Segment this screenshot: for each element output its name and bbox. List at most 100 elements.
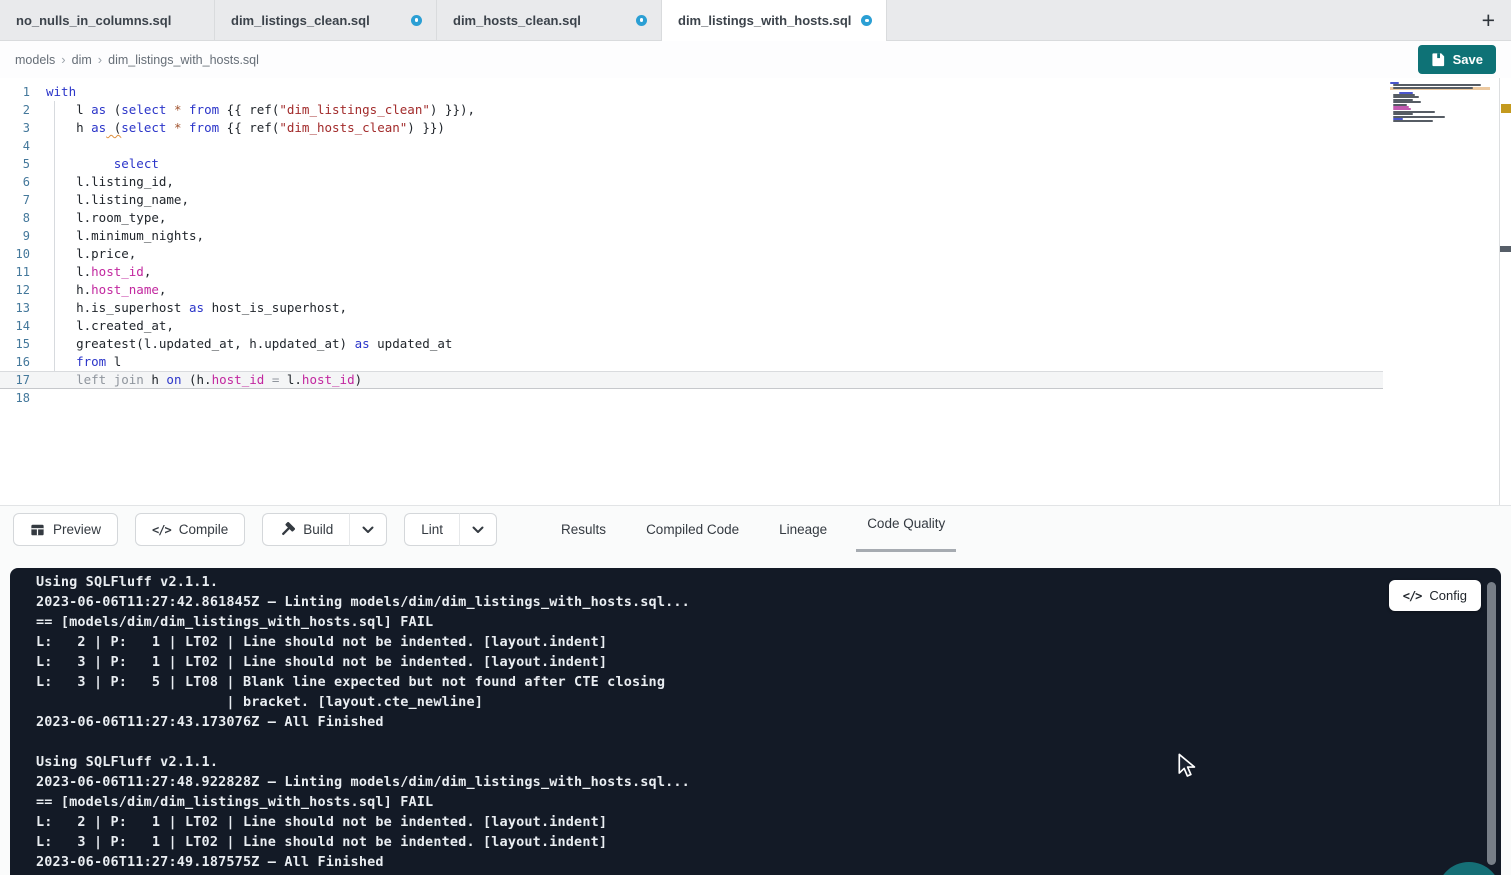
table-icon	[30, 523, 45, 537]
result-tab-lineage[interactable]: Lineage	[776, 506, 830, 553]
editor-tab[interactable]: dim_hosts_clean.sql	[437, 0, 662, 40]
tab-label: no_nulls_in_columns.sql	[16, 13, 171, 28]
code-text: h.is_superhost as host_is_superhost,	[30, 299, 347, 317]
save-button[interactable]: Save	[1418, 45, 1496, 74]
scroll-position-marker	[1500, 246, 1511, 252]
terminal-line: == [models/dim/dim_listings_with_hosts.s…	[36, 794, 1461, 814]
code-line[interactable]: 8 l.room_type,	[0, 209, 1383, 227]
terminal-line: Using SQLFluff v2.1.1.	[36, 754, 1461, 774]
code-text: l.listing_id,	[30, 173, 174, 191]
code-brackets-icon: </>	[1403, 589, 1422, 603]
line-number: 7	[0, 191, 30, 209]
line-number: 17	[0, 371, 30, 389]
tab-label: dim_hosts_clean.sql	[453, 13, 581, 28]
compile-label: Compile	[179, 522, 229, 537]
build-split-button: Build	[262, 513, 387, 546]
editor-tab[interactable]: dim_listings_with_hosts.sql	[662, 0, 887, 41]
tab-label: dim_listings_clean.sql	[231, 13, 370, 28]
terminal-scrollbar-thumb[interactable]	[1487, 582, 1496, 865]
save-floppy-icon	[1431, 52, 1446, 67]
code-line[interactable]: 3 h as (select * from {{ ref("dim_hosts_…	[0, 119, 1383, 137]
terminal-line: L: 2 | P: 1 | LT02 | Line should not be …	[36, 814, 1461, 834]
editor-tab[interactable]: no_nulls_in_columns.sql	[0, 0, 215, 40]
breadcrumb-item[interactable]: models	[15, 53, 55, 67]
breadcrumb-item[interactable]: dim	[72, 53, 92, 67]
editor-overview-ruler[interactable]	[1499, 78, 1511, 505]
code-text	[30, 137, 46, 155]
result-tab-code-quality[interactable]: Code Quality	[864, 506, 948, 553]
code-line[interactable]: 14 l.created_at,	[0, 317, 1383, 335]
open-file-tabs: no_nulls_in_columns.sql dim_listings_clea…	[0, 0, 887, 40]
line-number: 9	[0, 227, 30, 245]
lint-warning-marker	[1501, 104, 1511, 113]
lint-split-button: Lint	[404, 513, 497, 546]
terminal-line: 2023-06-06T11:27:48.922828Z — Linting mo…	[36, 774, 1461, 794]
breadcrumb-item[interactable]: dim_listings_with_hosts.sql	[108, 53, 259, 67]
editor-action-toolbar: Preview </> Compile Build	[0, 505, 1511, 553]
code-line[interactable]: 9 l.minimum_nights,	[0, 227, 1383, 245]
build-dropdown-button[interactable]	[349, 513, 387, 546]
lint-config-button[interactable]: </> Config	[1389, 580, 1481, 611]
terminal-line	[36, 734, 1461, 754]
terminal-line: L: 3 | P: 1 | LT02 | Line should not be …	[36, 834, 1461, 854]
line-number: 6	[0, 173, 30, 191]
code-line[interactable]: 16 from l	[0, 353, 1383, 371]
line-number: 18	[0, 389, 30, 407]
terminal-line: 2023-06-06T11:27:49.187575Z — All Finish…	[36, 854, 1461, 874]
code-text: from l	[30, 353, 121, 371]
line-number: 13	[0, 299, 30, 317]
code-line[interactable]: 7 l.listing_name,	[0, 191, 1383, 209]
preview-label: Preview	[53, 522, 101, 537]
result-tab-results[interactable]: Results	[558, 506, 609, 553]
code-text: l.listing_name,	[30, 191, 189, 209]
config-label: Config	[1429, 588, 1467, 603]
build-button[interactable]: Build	[262, 513, 349, 546]
code-text: l.host_id,	[30, 263, 151, 281]
code-line[interactable]: 4	[0, 137, 1383, 155]
code-line[interactable]: 10 l.price,	[0, 245, 1383, 263]
code-line[interactable]: 17 left join h on (h.host_id = l.host_id…	[0, 371, 1383, 389]
code-line[interactable]: 1with	[0, 83, 1383, 101]
result-panel-tabs: Results Compiled Code Lineage Code Quality	[558, 506, 948, 553]
code-text: l.price,	[30, 245, 136, 263]
minimap-line	[1390, 123, 1490, 125]
editor-tab[interactable]: dim_listings_clean.sql	[215, 0, 437, 40]
terminal-line: 2023-06-06T11:27:42.861845Z — Linting mo…	[36, 594, 1461, 614]
result-tab-compiled-code[interactable]: Compiled Code	[643, 506, 742, 553]
code-text	[30, 389, 46, 407]
code-text: with	[30, 83, 76, 101]
build-label: Build	[303, 522, 333, 537]
code-line[interactable]: 6 l.listing_id,	[0, 173, 1383, 191]
code-quality-terminal[interactable]: Using SQLFluff v2.1.1.2023-06-06T11:27:4…	[10, 568, 1501, 875]
code-text: left join h on (h.host_id = l.host_id)	[30, 371, 362, 389]
code-line[interactable]: 13 h.is_superhost as host_is_superhost,	[0, 299, 1383, 317]
code-text: l as (select * from {{ ref("dim_listings…	[30, 101, 475, 119]
compile-button[interactable]: </> Compile	[135, 513, 245, 546]
save-button-label: Save	[1453, 52, 1483, 67]
chevron-down-icon	[362, 526, 374, 534]
line-number: 3	[0, 119, 30, 137]
code-line[interactable]: 5 select	[0, 155, 1383, 173]
editor-minimap[interactable]	[1390, 82, 1490, 130]
lint-button[interactable]: Lint	[404, 513, 459, 546]
code-line[interactable]: 12 h.host_name,	[0, 281, 1383, 299]
code-line[interactable]: 11 l.host_id,	[0, 263, 1383, 281]
code-text: l.room_type,	[30, 209, 166, 227]
line-number: 5	[0, 155, 30, 173]
tab-label: dim_listings_with_hosts.sql	[678, 13, 851, 28]
code-editor[interactable]: 1with2 l as (select * from {{ ref("dim_l…	[0, 78, 1511, 505]
code-line[interactable]: 15 greatest(l.updated_at, h.updated_at) …	[0, 335, 1383, 353]
lint-dropdown-button[interactable]	[459, 513, 497, 546]
line-number: 14	[0, 317, 30, 335]
code-line[interactable]: 18	[0, 389, 1383, 407]
code-text: h.host_name,	[30, 281, 166, 299]
terminal-line: == [models/dim/dim_listings_with_hosts.s…	[36, 614, 1461, 634]
code-line[interactable]: 2 l as (select * from {{ ref("dim_listin…	[0, 101, 1383, 119]
line-number: 10	[0, 245, 30, 263]
terminal-line: 2023-06-06T11:27:43.173076Z — All Finish…	[36, 714, 1461, 734]
breadcrumb-separator-icon: ›	[61, 52, 65, 67]
terminal-output: Using SQLFluff v2.1.1.2023-06-06T11:27:4…	[36, 574, 1461, 874]
preview-button[interactable]: Preview	[13, 513, 118, 546]
new-tab-button[interactable]: +	[1466, 9, 1511, 32]
line-number: 16	[0, 353, 30, 371]
